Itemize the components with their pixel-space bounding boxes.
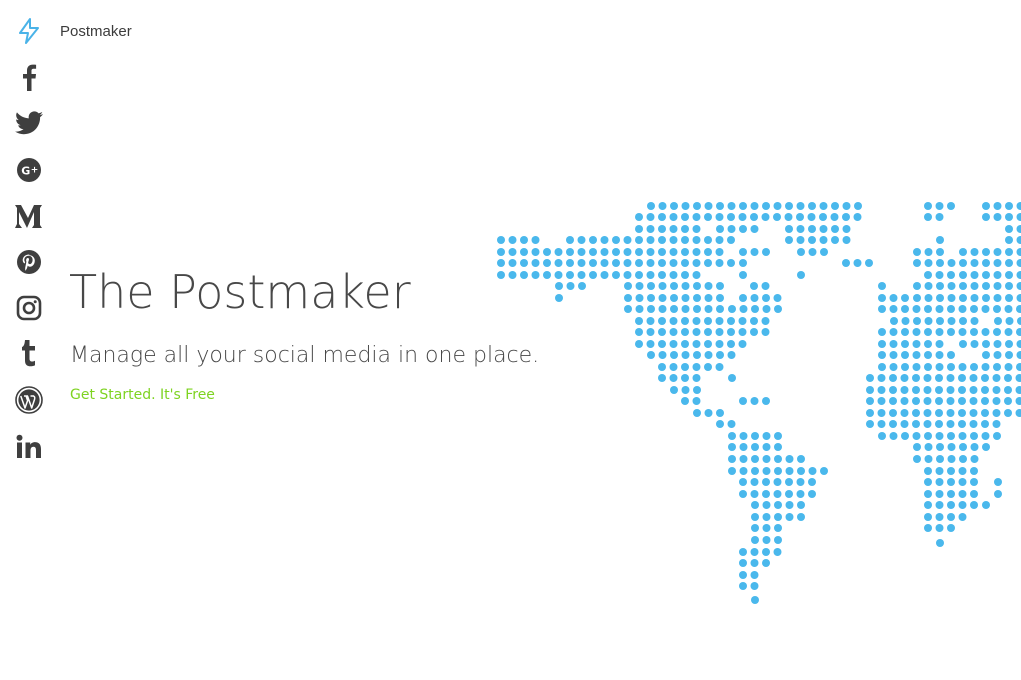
twitter-icon[interactable] [14,108,44,138]
social-sidebar: G + [0,0,56,680]
google-plus-icon[interactable]: G + [14,155,44,185]
hero-title: The Postmaker [69,265,411,319]
tumblr-icon[interactable] [14,338,44,368]
hero-subtitle: Manage all your social media in one plac… [70,343,540,368]
get-started-link[interactable]: Get Started. It's Free [70,387,215,403]
lightning-bolt-icon[interactable] [14,16,44,46]
brand-name[interactable]: Postmaker [60,23,132,40]
medium-icon[interactable] [14,201,44,231]
linkedin-icon[interactable] [14,432,44,462]
wordpress-icon[interactable] [14,385,44,415]
world-map-illustration [497,202,1021,604]
pinterest-icon[interactable] [14,247,44,277]
svg-text:+: + [31,166,39,176]
map-dots [497,202,1021,604]
instagram-icon[interactable] [14,293,44,323]
svg-text:G: G [21,165,30,178]
facebook-icon[interactable] [14,62,44,92]
